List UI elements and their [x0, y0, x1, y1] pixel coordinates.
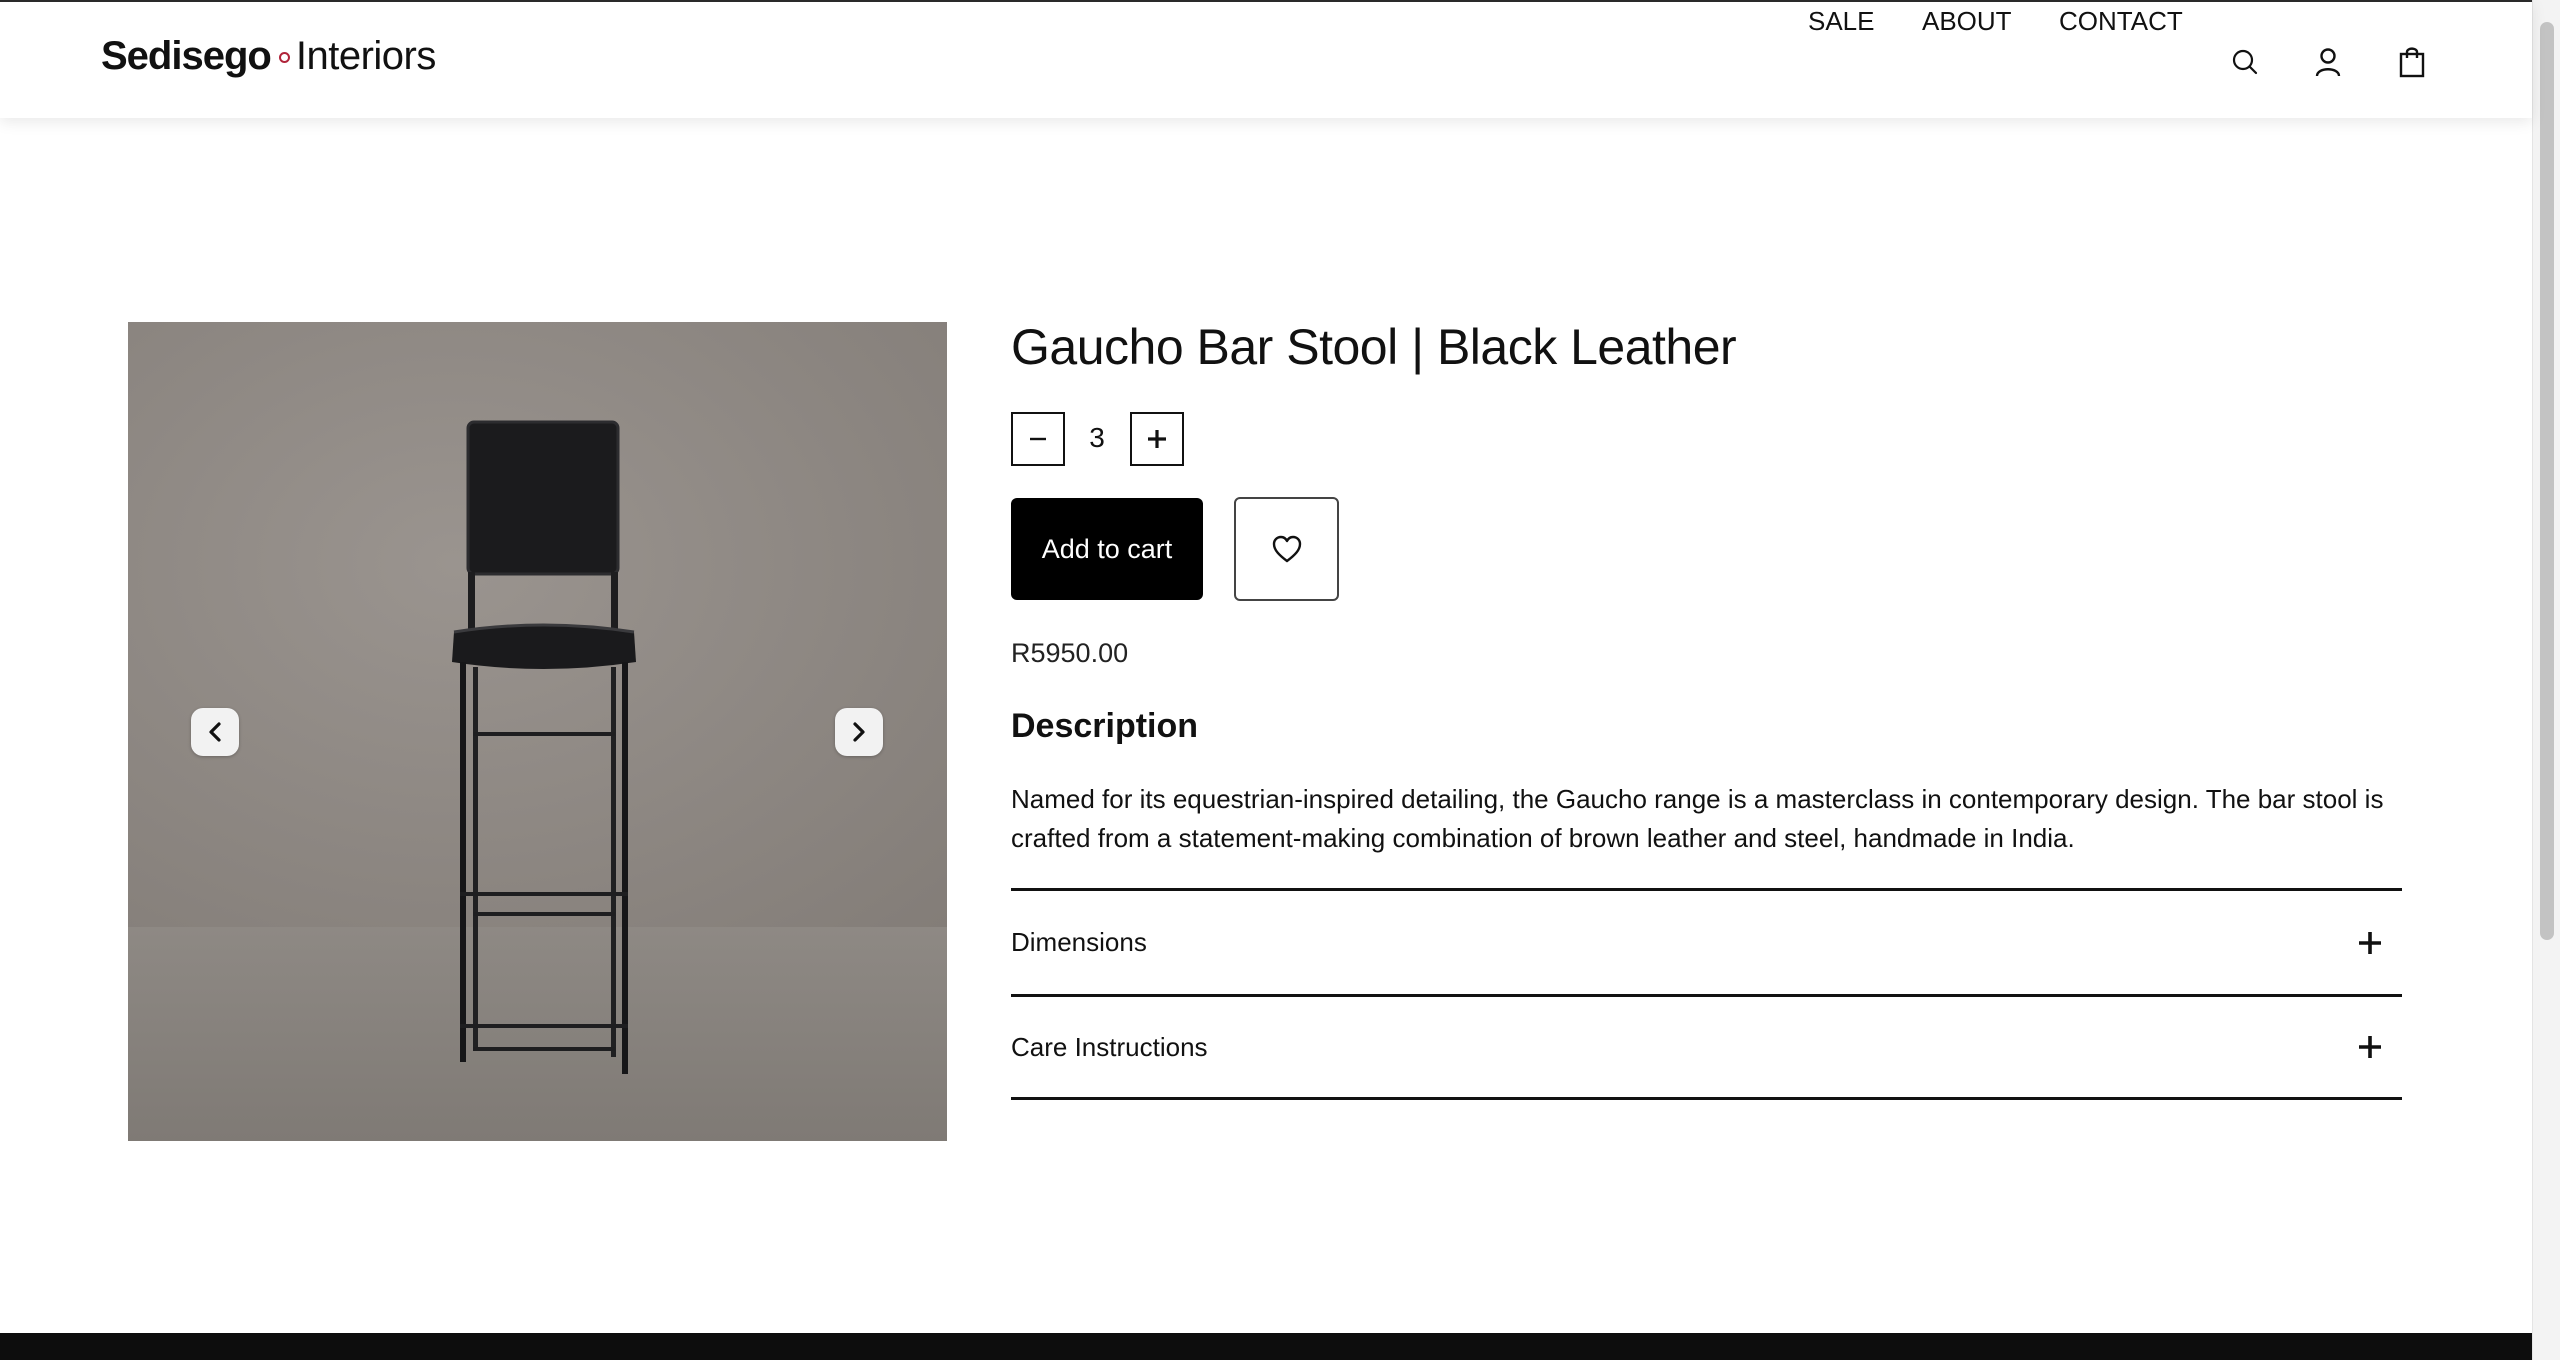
page-scrollbar[interactable]: [2532, 0, 2560, 1360]
plus-icon[interactable]: [2350, 923, 2390, 963]
chevron-right-icon: [853, 722, 865, 742]
product-page: Sedisego Interiors SALE ABOUT CONTACT Ga…: [0, 0, 2560, 1360]
site-logo[interactable]: Sedisego Interiors: [101, 34, 436, 90]
heart-icon: [1272, 535, 1301, 563]
logo-sub-text: Interiors: [295, 34, 437, 78]
plus-icon[interactable]: [2350, 1027, 2390, 1067]
nav-link-contact[interactable]: CONTACT: [2059, 6, 2183, 37]
logo-dot-icon: [278, 52, 290, 63]
gallery-next-button[interactable]: [835, 708, 883, 756]
chevron-left-icon: [209, 722, 221, 742]
product-image-gallery: [128, 322, 947, 1141]
wishlist-button[interactable]: [1234, 497, 1339, 601]
accordion-label: Care Instructions: [1011, 1031, 1208, 1062]
accordion-care-instructions[interactable]: Care Instructions: [1011, 994, 2402, 1100]
quantity-decrease-button[interactable]: [1011, 412, 1065, 466]
description-heading: Description: [1011, 707, 1199, 745]
plus-icon: [1148, 430, 1166, 448]
gallery-prev-button[interactable]: [191, 708, 239, 756]
quantity-increase-button[interactable]: [1130, 412, 1184, 466]
product-price: R5950.00: [1011, 638, 1129, 668]
scrollbar-thumb[interactable]: [2540, 22, 2554, 940]
quantity-value[interactable]: 3: [1070, 422, 1124, 454]
site-header: Sedisego Interiors SALE ABOUT CONTACT: [0, 0, 2532, 118]
account-icon[interactable]: [2308, 42, 2348, 82]
logo-brand-text: Sedisego: [101, 34, 272, 78]
nav-link-about[interactable]: ABOUT: [1922, 6, 2012, 37]
accordion-dimensions[interactable]: Dimensions: [1011, 888, 2402, 994]
accordion-label: Dimensions: [1011, 927, 1147, 957]
site-footer: [0, 1333, 2532, 1360]
search-icon[interactable]: [2225, 42, 2265, 82]
product-title: Gaucho Bar Stool | Black Leather: [1011, 319, 1737, 375]
product-image-bar-stool: [452, 420, 636, 1074]
minus-icon: [1030, 437, 1046, 441]
description-text: Named for its equestrian-inspired detail…: [1011, 784, 2384, 853]
nav-link-sale[interactable]: SALE: [1808, 6, 1875, 37]
cart-bag-icon[interactable]: [2392, 42, 2432, 82]
add-to-cart-button[interactable]: Add to cart: [1011, 498, 1203, 600]
